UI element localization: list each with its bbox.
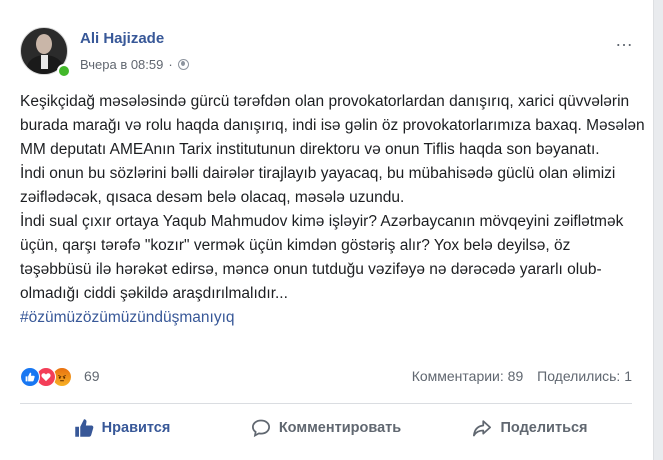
like-button[interactable]: Нравится — [20, 407, 224, 449]
post-meta: Вчера в 08:59 · — [80, 57, 189, 72]
avatar-face — [36, 34, 52, 54]
comment-icon — [251, 419, 270, 438]
hashtag-link[interactable]: #özümüzözümüzündüşmanıyıq — [20, 309, 235, 326]
action-bar: Нравится Комментировать Поделиться — [20, 407, 632, 449]
post-paragraph: İndi onun bu sözlərini bəlli dairələr ti… — [20, 165, 616, 206]
engagement-counts: Комментарии: 89 Поделились: 1 — [412, 368, 632, 384]
meta-separator: · — [168, 57, 173, 72]
more-options-icon[interactable]: … — [615, 31, 634, 49]
post-paragraph: İndi sual çıxır ortaya Yaqub Mahmudov ki… — [20, 213, 624, 302]
share-icon — [473, 420, 492, 437]
post-paragraph: Keşikçidağ məsələsində gürcü tərəfdən ol… — [20, 93, 645, 158]
reaction-icons[interactable] — [20, 367, 80, 387]
share-button-label: Поделиться — [500, 420, 588, 436]
online-status-icon — [57, 64, 71, 78]
post-body: Keşikçidağ məsələsində gürcü tərəfdən ol… — [20, 90, 645, 330]
comment-button[interactable]: Комментировать — [224, 407, 428, 449]
like-reaction-icon — [20, 367, 40, 387]
shares-count[interactable]: Поделились: 1 — [537, 368, 632, 384]
reaction-count[interactable]: 69 — [84, 368, 100, 384]
avatar-shirt — [41, 55, 48, 69]
reactions-row: 69 Комментарии: 89 Поделились: 1 — [20, 366, 632, 388]
globe-icon[interactable] — [177, 59, 189, 70]
actions-divider — [20, 403, 632, 404]
author-name[interactable]: Ali Hajizade — [80, 30, 164, 47]
like-button-label: Нравится — [101, 420, 171, 436]
post-timestamp[interactable]: Вчера в 08:59 — [80, 57, 163, 72]
comments-count[interactable]: Комментарии: 89 — [412, 368, 524, 384]
post-header: Ali Hajizade Вчера в 08:59 · … — [20, 27, 640, 79]
comment-button-label: Комментировать — [278, 420, 402, 436]
post-card: Ali Hajizade Вчера в 08:59 · … Keşikçida… — [0, 0, 654, 460]
share-button[interactable]: Поделиться — [428, 407, 632, 449]
thumbs-up-icon — [74, 419, 94, 437]
